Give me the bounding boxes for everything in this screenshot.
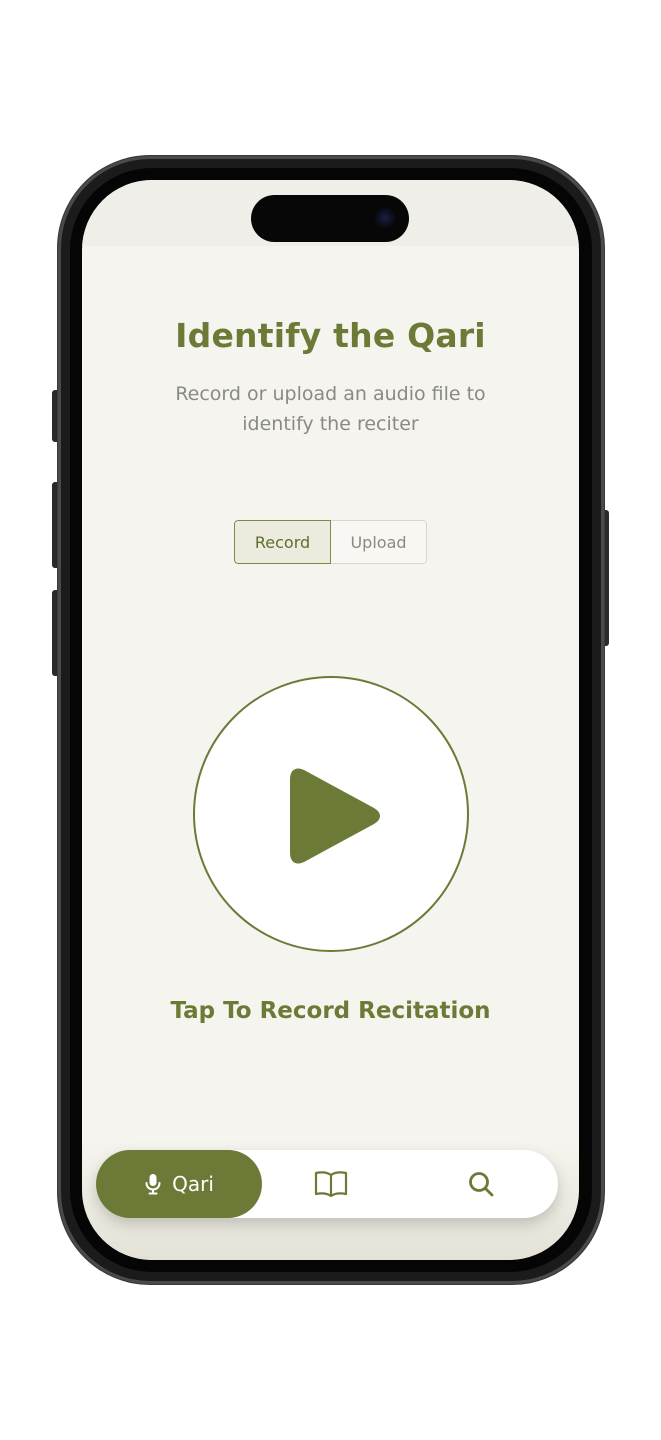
app-screen: Identify the Qari Record or upload an au… — [82, 180, 579, 1260]
page-title: Identify the Qari — [175, 316, 486, 355]
dynamic-island — [251, 195, 409, 242]
front-camera-icon — [375, 208, 395, 228]
mode-toggle: Record Upload — [234, 520, 427, 564]
device-stage: Identify the Qari Record or upload an au… — [0, 0, 661, 1440]
play-icon — [290, 768, 380, 864]
page-subtitle: Record or upload an audio file to identi… — [175, 383, 486, 435]
book-open-icon — [314, 1171, 348, 1198]
search-icon — [469, 1172, 494, 1197]
microphone-icon — [145, 1174, 161, 1195]
tab-search[interactable] — [461, 1164, 501, 1204]
tab-qari-label: Qari — [172, 1172, 214, 1196]
tab-qari[interactable]: Qari — [96, 1150, 262, 1218]
tab-library[interactable] — [311, 1164, 351, 1204]
record-tab[interactable]: Record — [234, 520, 331, 564]
record-caption: Tap To Record Recitation — [170, 998, 491, 1024]
upload-tab[interactable]: Upload — [331, 520, 427, 564]
record-button[interactable] — [193, 676, 469, 952]
bottom-tab-bar: Qari — [96, 1150, 558, 1218]
